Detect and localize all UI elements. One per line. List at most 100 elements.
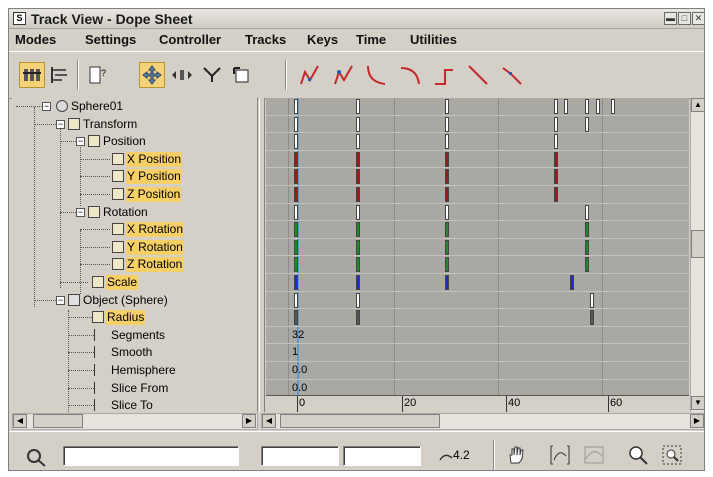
tangent-slow-icon[interactable] [397, 62, 423, 88]
edit-ranges-icon[interactable] [47, 62, 73, 88]
animation-key[interactable] [444, 257, 449, 273]
tree-node-hemisphere[interactable]: Hemisphere [12, 362, 257, 379]
scroll-thumb[interactable] [33, 414, 83, 428]
tree-node-z-rotation[interactable]: Z Rotation [12, 256, 257, 273]
animation-key[interactable] [444, 187, 449, 202]
tangent-auto-icon[interactable] [297, 62, 323, 88]
dope-sheet-row[interactable] [266, 221, 689, 239]
animation-key[interactable] [356, 275, 361, 290]
animation-key[interactable] [585, 116, 590, 132]
animation-key[interactable] [444, 204, 449, 220]
tree-node-slice-to[interactable]: Slice To [12, 397, 257, 412]
tree-node-smooth[interactable]: Smooth [12, 344, 257, 361]
dope-sheet-row[interactable] [266, 168, 689, 186]
scroll-right-button[interactable]: ▶ [690, 414, 704, 428]
animation-key[interactable] [585, 204, 590, 220]
animation-key[interactable] [294, 204, 298, 220]
animation-key[interactable] [444, 151, 449, 167]
dope-sheet-row[interactable] [266, 151, 689, 169]
animation-key[interactable] [444, 222, 449, 238]
time-ruler[interactable]: 0 20 40 60 [266, 395, 689, 412]
animation-key[interactable] [294, 292, 298, 308]
collapse-icon[interactable]: − [42, 102, 51, 111]
animation-key[interactable] [554, 187, 558, 202]
tree-node-segments[interactable]: Segments [12, 327, 257, 344]
animation-key[interactable] [554, 169, 558, 185]
dope-sheet-row[interactable] [266, 116, 689, 134]
animation-key[interactable] [356, 187, 361, 202]
vertical-scrollbar[interactable]: ▲ ▼ [690, 98, 704, 412]
edit-keys-icon[interactable] [19, 62, 45, 88]
animation-key[interactable] [444, 99, 449, 114]
animation-key[interactable] [569, 275, 574, 290]
animation-key[interactable] [294, 151, 298, 167]
animation-key[interactable] [585, 99, 590, 114]
tree-node-rotation[interactable]: − Rotation [12, 204, 257, 221]
animation-key[interactable] [356, 204, 361, 220]
filters-icon[interactable]: ? [85, 62, 111, 88]
animation-key[interactable] [595, 99, 600, 114]
slide-keys-icon[interactable] [169, 62, 195, 88]
zoom-value-display[interactable]: 4.2 [437, 446, 481, 466]
animation-key[interactable] [554, 134, 558, 150]
title-bar[interactable]: S Track View - Dope Sheet ▬ □ ✕ [9, 9, 704, 29]
animation-key[interactable] [294, 310, 298, 326]
tree-node-y-rotation[interactable]: Y Rotation [12, 239, 257, 256]
track-selection-field[interactable] [63, 446, 239, 466]
animation-key[interactable] [444, 116, 449, 132]
menu-controller[interactable]: Controller [159, 32, 221, 47]
dope-sheet-row[interactable] [266, 256, 689, 274]
tree-node-transform[interactable]: − Transform [12, 116, 257, 133]
scale-keys-icon[interactable] [199, 62, 225, 88]
dope-sheet-row[interactable] [266, 133, 689, 151]
zoom-value-extents-icon[interactable] [581, 442, 607, 468]
tree-node-z-position[interactable]: Z Position [12, 186, 257, 203]
pane-splitter[interactable] [259, 98, 265, 412]
dope-sheet-row[interactable] [266, 239, 689, 257]
animation-key[interactable] [294, 187, 298, 202]
menu-time[interactable]: Time [356, 32, 386, 47]
animation-key[interactable] [585, 222, 590, 238]
menu-modes[interactable]: Modes [15, 32, 56, 47]
animation-key[interactable] [590, 310, 595, 326]
dope-sheet-row[interactable] [266, 309, 689, 327]
animation-key[interactable] [294, 116, 298, 132]
dope-sheet-row[interactable] [266, 186, 689, 204]
scroll-down-button[interactable]: ▼ [691, 396, 704, 410]
animation-key[interactable] [356, 222, 361, 238]
animation-key[interactable] [356, 169, 361, 185]
scale-time-icon[interactable] [229, 62, 255, 88]
animation-key[interactable] [585, 239, 590, 255]
animation-key[interactable] [356, 292, 361, 308]
animation-key[interactable] [294, 275, 298, 290]
key-value-field[interactable] [343, 446, 421, 466]
animation-key[interactable] [294, 257, 298, 273]
dope-sheet-row[interactable] [266, 204, 689, 222]
collapse-icon[interactable]: − [56, 119, 65, 129]
tree-node-radius[interactable]: Radius [12, 309, 257, 326]
animation-key[interactable] [294, 169, 298, 185]
key-time-field[interactable] [261, 446, 339, 466]
zoom-region-icon[interactable] [659, 442, 685, 468]
scroll-thumb[interactable] [691, 230, 704, 258]
menu-utilities[interactable]: Utilities [410, 32, 457, 47]
animation-key[interactable] [444, 275, 449, 290]
tree-node-x-position[interactable]: X Position [12, 151, 257, 168]
collapse-icon[interactable]: − [76, 207, 85, 217]
animation-key[interactable] [294, 99, 298, 114]
animation-key[interactable] [356, 99, 361, 114]
animation-key[interactable] [444, 169, 449, 185]
zoom-horizontal-extents-icon[interactable] [547, 442, 573, 468]
animation-key[interactable] [554, 116, 558, 132]
animation-key[interactable] [590, 292, 595, 308]
animation-key[interactable] [294, 239, 298, 255]
scroll-right-button[interactable]: ▶ [242, 414, 256, 428]
animation-key[interactable] [356, 151, 361, 167]
maximize-button[interactable]: □ [678, 12, 691, 25]
close-button[interactable]: ✕ [692, 12, 704, 25]
tangent-fast-icon[interactable] [363, 62, 389, 88]
animation-key[interactable] [356, 239, 361, 255]
key-filter-icon[interactable] [23, 444, 49, 470]
animation-key[interactable] [356, 116, 361, 132]
sheet-horizontal-scrollbar[interactable]: ◀ ▶ [261, 413, 704, 430]
